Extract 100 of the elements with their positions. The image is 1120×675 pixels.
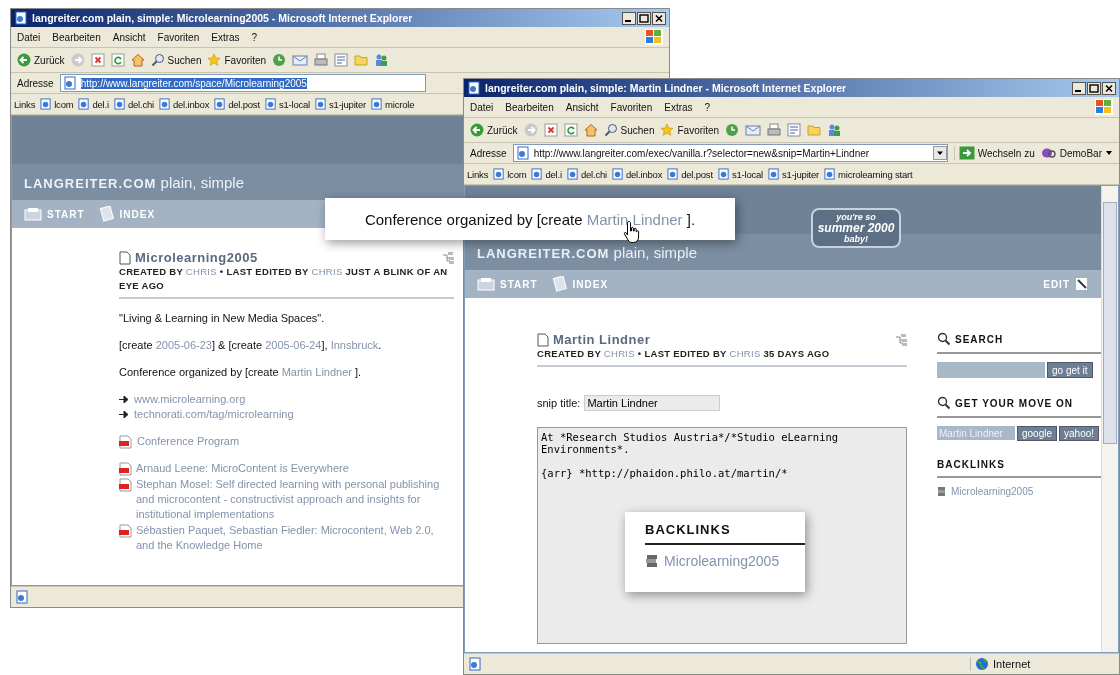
snip-title-label: snip title: (537, 397, 581, 409)
stop-icon[interactable] (543, 123, 558, 137)
links-label: Links (467, 168, 489, 180)
home-icon[interactable] (130, 53, 145, 67)
stop-icon[interactable] (90, 53, 105, 67)
page-icon (717, 168, 730, 180)
favorite-link[interactable]: microlearning start (824, 168, 913, 180)
back-button[interactable]: Zurück (17, 53, 65, 67)
forward-icon[interactable] (70, 53, 85, 67)
address-label: Adresse (470, 147, 507, 159)
page-icon (264, 98, 277, 110)
menu-item[interactable]: Favoriten (610, 101, 653, 113)
dropdown-icon[interactable] (932, 146, 947, 160)
paragraph: [create 2005-06-23] & [create 2005-06-24], Innsbruck. (119, 338, 383, 353)
favorite-link[interactable]: del.post (214, 98, 260, 110)
history-icon[interactable] (272, 53, 287, 67)
menu-item[interactable]: Ansicht (112, 31, 146, 43)
menu-item[interactable]: Favoriten (157, 31, 200, 43)
edit-icon[interactable] (787, 123, 802, 137)
menu-item[interactable]: Extras (664, 101, 693, 113)
globe-icon (975, 657, 989, 671)
links-label: Links (14, 98, 36, 110)
address-field[interactable]: http://www.langreiter.com/space/Microlearning2005 (59, 74, 426, 92)
address-field[interactable]: http://www.langreiter.com/exec/vanilla.r?selector=new&snip=Martin+Lindner (512, 144, 948, 162)
site-title: LANGREITER.COM plain, simple (477, 243, 697, 261)
print-icon[interactable] (314, 53, 329, 67)
page-icon (611, 168, 624, 180)
mail-icon[interactable] (292, 53, 309, 67)
menu-item[interactable]: Bearbeiten (52, 31, 101, 43)
paragraph: Conference organized by [create Martin Lindner ]. (119, 365, 363, 380)
page-icon (315, 98, 327, 110)
page-meta: CREATED BY CHRIS • LAST EDITED BY CHRIS 35 DAYS AGO (537, 347, 907, 367)
minimize-icon[interactable] (622, 11, 636, 25)
page-icon (14, 11, 28, 25)
search-icon (150, 53, 165, 67)
mail-icon[interactable] (745, 123, 762, 137)
people-icon[interactable] (374, 53, 389, 67)
home-icon[interactable] (583, 123, 598, 137)
page-icon (531, 168, 544, 180)
favorite-link[interactable]: del.post (667, 168, 713, 180)
search-engine-button[interactable]: google (1017, 426, 1058, 441)
pdf-icon (119, 478, 133, 492)
favorite-link[interactable]: del.i (78, 98, 109, 110)
favorite-link[interactable]: lcom (40, 98, 74, 110)
search-button[interactable]: Suchen (603, 123, 655, 137)
menu-item[interactable]: Datei (470, 101, 494, 113)
menu-item[interactable]: ? (704, 101, 711, 113)
history-icon[interactable] (725, 123, 740, 137)
star-icon (207, 53, 222, 67)
maximize-icon[interactable] (1087, 81, 1101, 95)
minimize-icon[interactable] (1072, 81, 1086, 95)
favorite-link[interactable]: lcom (493, 168, 527, 180)
close-icon[interactable] (1102, 81, 1116, 95)
scrollbar[interactable] (1101, 186, 1118, 652)
search-engine-button[interactable]: yahoo! (1059, 426, 1100, 441)
go-button[interactable]: Wechseln zu (953, 146, 1035, 160)
forward-icon[interactable] (523, 123, 538, 137)
page-icon (119, 250, 131, 265)
favorite-link[interactable]: s1-jupiter (315, 98, 367, 110)
favorite-link[interactable]: del.inbox (158, 98, 210, 110)
favorite-link[interactable]: del.inbox (611, 168, 663, 180)
search-field[interactable] (937, 362, 1045, 378)
pages-icon (551, 276, 568, 292)
favorites-button[interactable]: Favoriten (207, 53, 267, 67)
menu-item[interactable]: ? (251, 31, 258, 43)
menu-item[interactable]: Datei (17, 31, 41, 43)
menu-item[interactable]: Ansicht (565, 101, 599, 113)
page-meta: CREATED BY CHRIS • LAST EDITED BY CHRIS JUST A BLINK OF AN EYE AGO (119, 265, 454, 299)
maximize-icon[interactable] (637, 11, 651, 25)
favorite-link[interactable]: del.i (531, 168, 562, 180)
favorite-link[interactable]: s1-local (717, 168, 763, 180)
callout-sentence: Conference organized by [create Martin Lindner ]. (364, 210, 696, 228)
edit-icon[interactable] (334, 53, 349, 67)
print-icon[interactable] (767, 123, 782, 137)
search-button[interactable]: Suchen (150, 53, 202, 67)
security-zone-label: Internet (993, 658, 1031, 670)
page-title: Microlearning2005 (135, 250, 258, 265)
refresh-icon[interactable] (110, 53, 125, 67)
favorite-link[interactable]: microle (371, 98, 415, 110)
magnifier-icon (1040, 146, 1057, 160)
favorite-link[interactable]: s1-local (264, 98, 310, 110)
back-arrow-icon (470, 123, 484, 137)
folder-icon[interactable] (807, 123, 822, 137)
favorite-link[interactable]: s1-jupiter (768, 168, 820, 180)
refresh-icon[interactable] (563, 123, 578, 137)
menu-item[interactable]: Extras (211, 31, 240, 43)
people-icon[interactable] (827, 123, 842, 137)
snip-title-field[interactable]: Martin Lindner (584, 395, 721, 411)
favorites-button[interactable]: Favoriten (660, 123, 720, 137)
search-button[interactable]: go get it (1047, 362, 1093, 378)
favorite-link[interactable]: del.chi (113, 98, 154, 110)
favorite-link[interactable]: del.chi (566, 168, 607, 180)
close-icon[interactable] (652, 11, 666, 25)
demobar-button[interactable]: DemoBar (1040, 146, 1113, 160)
menu-item[interactable]: Bearbeiten (505, 101, 554, 113)
back-button[interactable]: Zurück (470, 123, 518, 137)
pdf-icon (119, 434, 133, 449)
pages-icon (98, 206, 115, 222)
page-icon (467, 81, 481, 95)
folder-icon[interactable] (354, 53, 369, 67)
